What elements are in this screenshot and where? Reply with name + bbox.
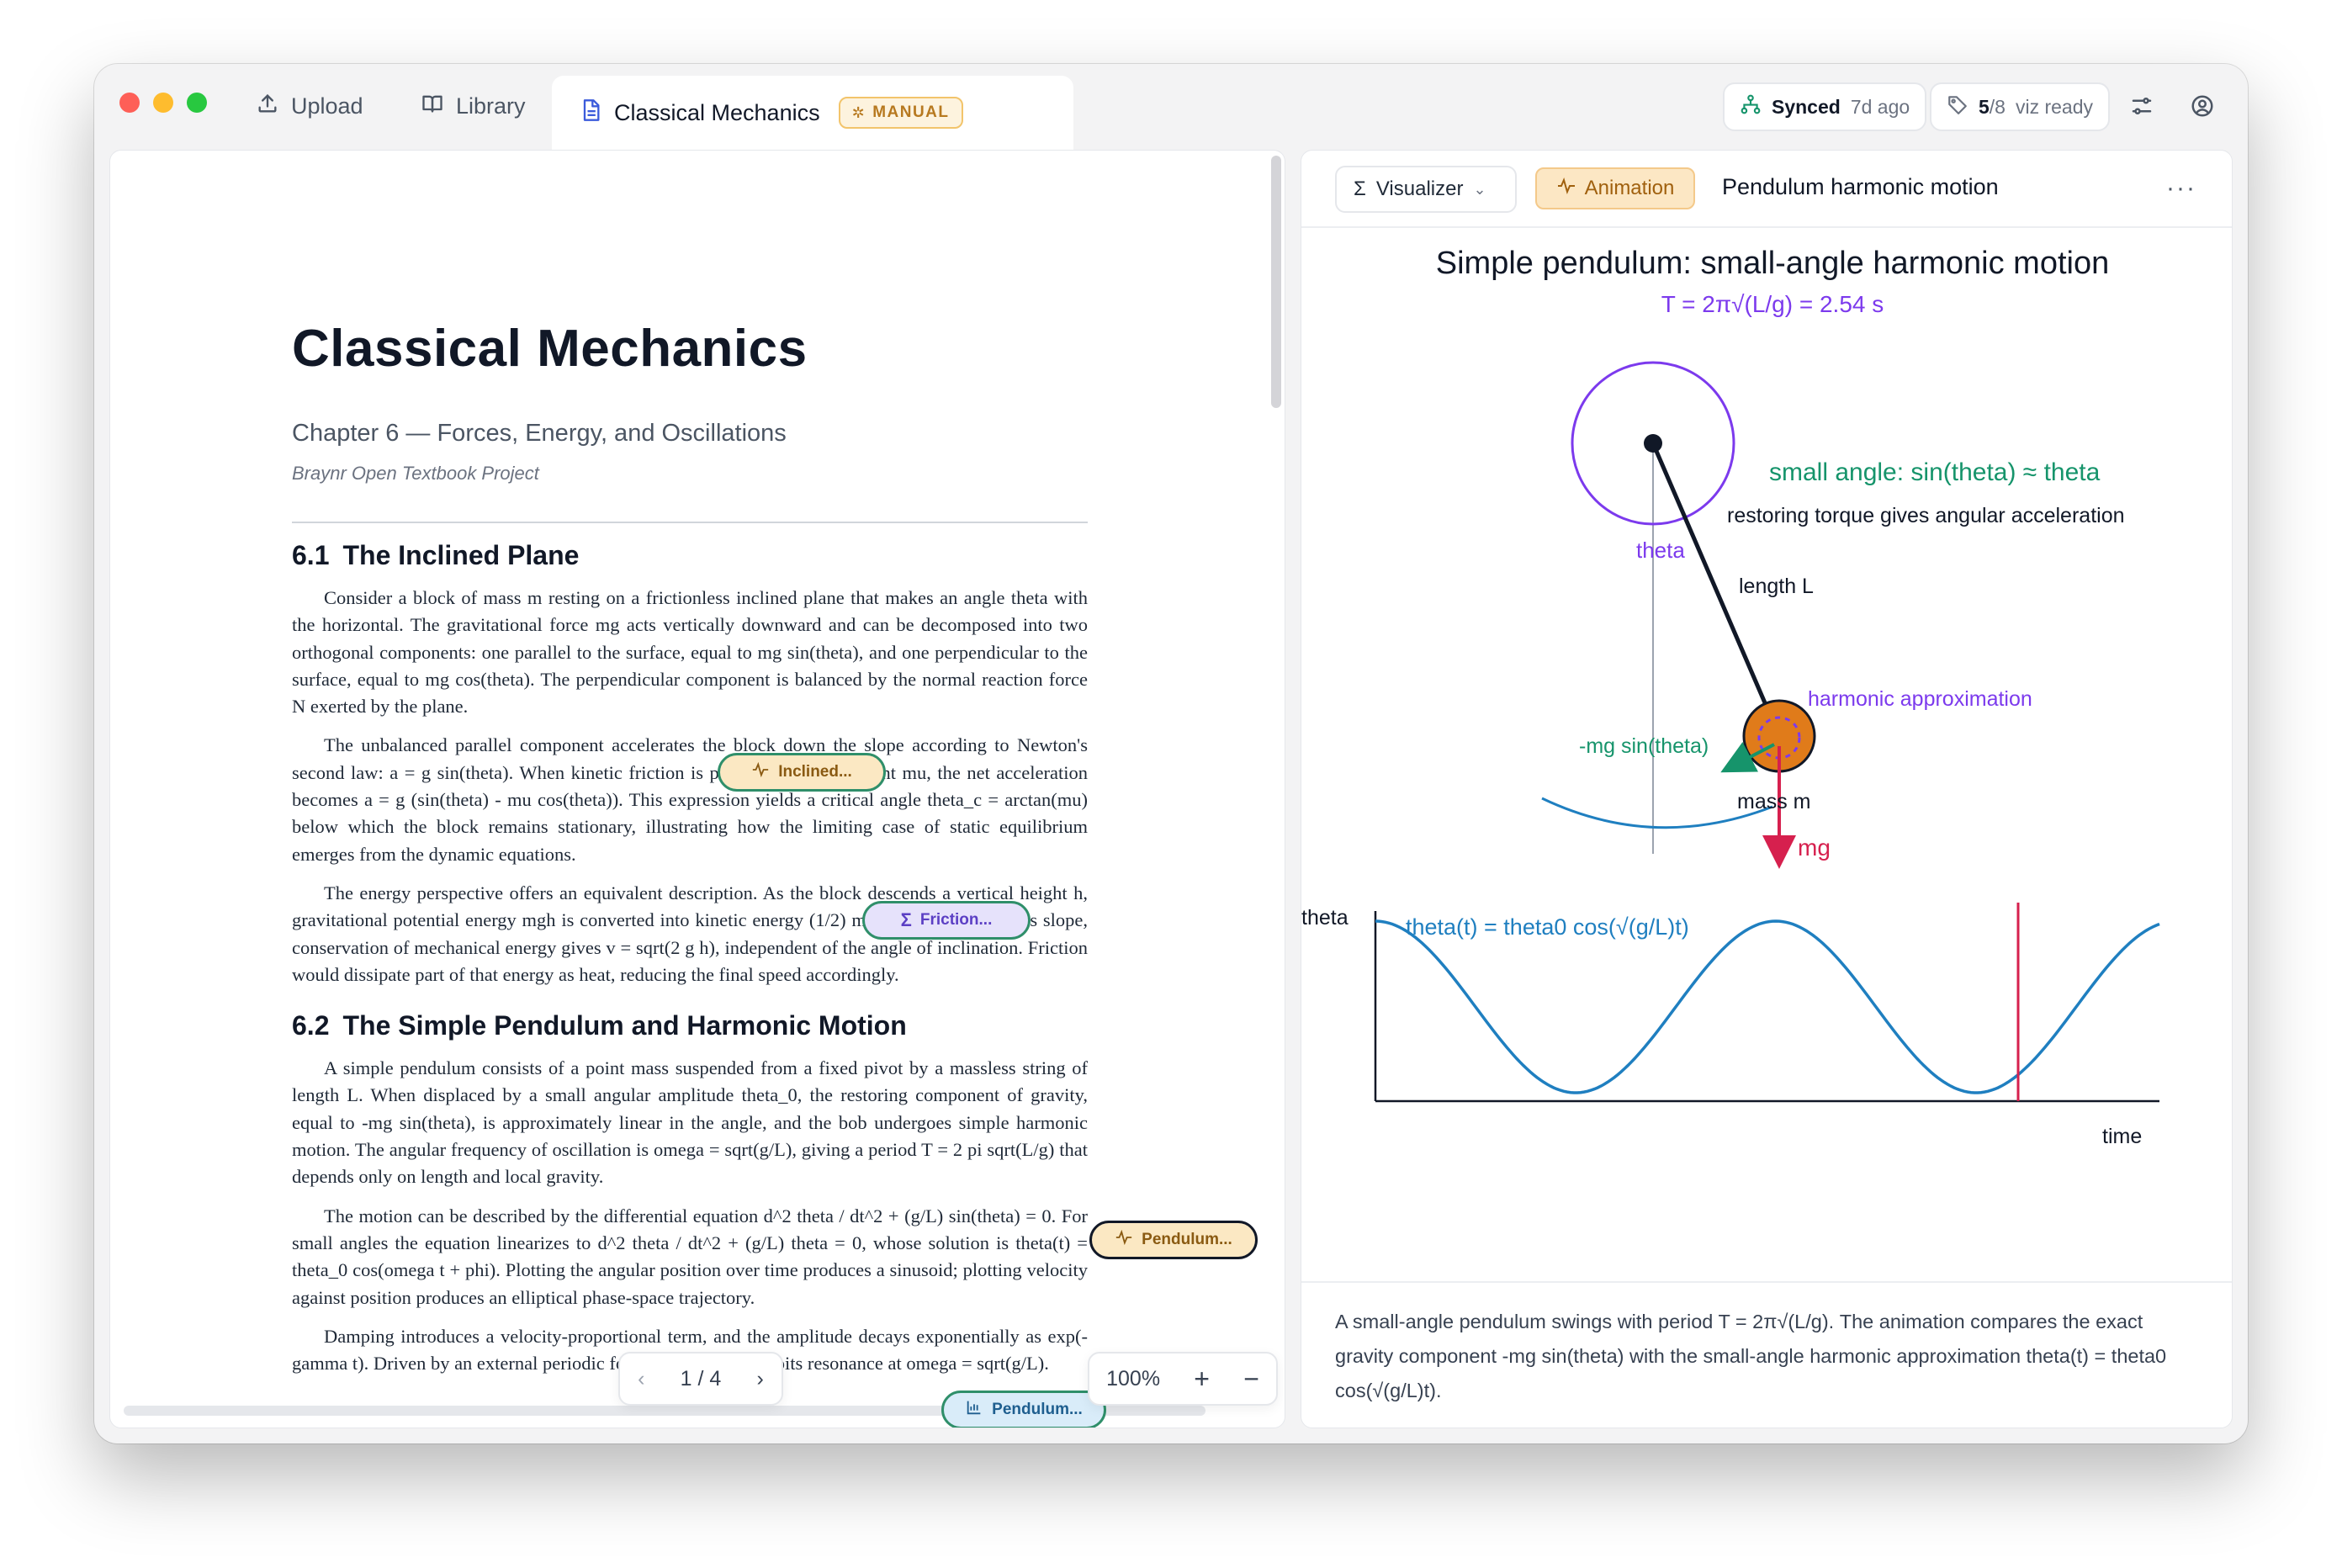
animation-label: Animation [1584, 177, 1675, 199]
maximize-window-button[interactable] [187, 93, 207, 113]
tab-upload-label: Upload [291, 93, 363, 119]
tab-upload[interactable]: Upload [237, 76, 382, 136]
sigma-icon: Σ [1354, 177, 1366, 200]
viz-chip-friction[interactable]: Σ Friction... [862, 901, 1031, 940]
viz-ready-fraction: 5/8 [1979, 96, 2006, 119]
chip-label: Pendulum... [1142, 1231, 1232, 1248]
chevron-down-icon: ⌄ [1473, 180, 1486, 198]
account-button[interactable] [2184, 89, 2221, 126]
close-window-button[interactable] [119, 93, 140, 113]
sync-status[interactable]: Synced 7d ago [1723, 82, 1927, 131]
viz-chip-pendulum-chart[interactable]: Pendulum... [941, 1391, 1106, 1428]
upload-icon [256, 92, 279, 121]
tab-library[interactable]: Library [402, 76, 544, 136]
section-heading-6-1: 6.1 The Inclined Plane [292, 540, 1088, 571]
section-number: 6.1 [292, 540, 330, 570]
visualizer-mode-label: Visualizer [1375, 177, 1464, 200]
small-angle-label: small angle: sin(theta) ≈ theta [1769, 458, 2101, 486]
bar-chart-icon [965, 1398, 983, 1422]
sliders-icon [2129, 93, 2154, 123]
theta-label: theta [1636, 538, 1685, 563]
animation-badge: Animation [1535, 167, 1695, 209]
theta-curve [1375, 919, 2160, 1094]
top-bar: Upload Library Classical Mechanics ✲ MAN… [94, 64, 2248, 150]
settings-sliders-button[interactable] [2123, 89, 2160, 126]
visualization-title: Pendulum harmonic motion [1722, 174, 1999, 199]
manual-badge: ✲ MANUAL [838, 97, 963, 129]
torque-label: restoring torque gives angular accelerat… [1727, 504, 2125, 527]
section-number: 6.2 [292, 1010, 330, 1041]
harmonic-label: harmonic approximation [1808, 687, 2032, 711]
viz-ready-label: viz ready [2015, 95, 2094, 118]
zoom-in-button[interactable]: + [1194, 1364, 1210, 1395]
section-heading-6-2: 6.2 The Simple Pendulum and Harmonic Mot… [292, 1010, 1088, 1041]
pulse-icon [1115, 1228, 1133, 1252]
page-indicator: 1 / 4 [680, 1366, 722, 1391]
mg-label: mg [1798, 834, 1831, 861]
viz-ready-total: /8 [1989, 95, 2006, 118]
document-subtitle: Chapter 6 — Forces, Energy, and Oscillat… [292, 420, 787, 447]
sync-tree-icon [1740, 93, 1762, 120]
paragraph: The unbalanced parallel component accele… [292, 734, 1088, 865]
period-formula: T = 2π√(L/g) = 2.54 s [1661, 291, 1884, 317]
document-project: Braynr Open Textbook Project [292, 463, 539, 484]
sparkle-icon: ✲ [851, 103, 866, 121]
minimize-window-button[interactable] [153, 93, 173, 113]
app-window: Upload Library Classical Mechanics ✲ MAN… [94, 64, 2248, 1444]
chevron-right-icon[interactable]: › [757, 1367, 764, 1391]
pulse-icon [751, 760, 770, 784]
zoom-out-button[interactable]: − [1243, 1364, 1259, 1395]
chip-label: Inclined... [778, 763, 852, 781]
tab-active-label: Classical Mechanics [614, 99, 820, 125]
more-options-icon[interactable]: ··· [2166, 174, 2196, 203]
chevron-left-icon[interactable]: ‹ [638, 1367, 644, 1391]
force-label: -mg sin(theta) [1579, 734, 1709, 758]
plot-x-label: time [2102, 1125, 2142, 1148]
chip-label: Pendulum... [992, 1401, 1083, 1418]
plot-equation: theta(t) = theta0 cos(√(g/L)t) [1406, 914, 1689, 940]
visualizer-header: Σ Visualizer ⌄ Animation Pendulum harmon… [1301, 151, 2232, 228]
viz-ready-status[interactable]: 5/8 viz ready [1930, 82, 2111, 131]
document-content: Classical Mechanics Chapter 6 — Forces, … [292, 319, 1088, 1377]
figure-title: Simple pendulum: small-angle harmonic mo… [1436, 246, 2110, 281]
zoom-level: 100% [1106, 1366, 1161, 1391]
sigma-icon: Σ [900, 909, 912, 930]
viz-chip-inclined[interactable]: Inclined... [718, 753, 886, 792]
tab-library-label: Library [456, 93, 526, 119]
viz-ready-count: 5 [1979, 95, 1990, 118]
paragraph: Consider a block of mass m resting on a … [292, 587, 1088, 718]
document-icon [579, 98, 602, 128]
document-panel: Classical Mechanics Chapter 6 — Forces, … [109, 150, 1285, 1428]
synced-time: 7d ago [1850, 95, 1910, 118]
viz-chip-pendulum-animation[interactable]: Pendulum... [1089, 1221, 1258, 1259]
paragraph: The motion can be described by the diffe… [292, 1205, 1088, 1308]
synced-label: Synced [1772, 95, 1841, 118]
tab-classical-mechanics[interactable]: Classical Mechanics ✲ MANUAL [552, 76, 1073, 150]
plot-y-label: theta [1301, 906, 1349, 930]
user-circle-icon [2190, 93, 2215, 123]
book-icon [421, 92, 444, 121]
page-navigator: ‹ 1 / 4 › [618, 1352, 783, 1406]
paragraph: A simple pendulum consists of a point ma… [292, 1057, 1088, 1188]
mass-label: mass m [1737, 790, 1811, 813]
pulse-icon [1556, 176, 1576, 202]
visualizer-mode-select[interactable]: Σ Visualizer ⌄ [1335, 166, 1517, 213]
visualizer-panel: Σ Visualizer ⌄ Animation Pendulum harmon… [1301, 150, 2233, 1428]
pendulum-animation-canvas: Simple pendulum: small-angle harmonic mo… [1301, 246, 2160, 1148]
length-label: length L [1739, 575, 1814, 598]
chip-label: Friction... [919, 911, 993, 929]
section-title: The Simple Pendulum and Harmonic Motion [342, 1010, 907, 1041]
tag-icon [1947, 93, 1968, 120]
document-title: Classical Mechanics [292, 320, 808, 378]
vertical-scrollbar[interactable] [1271, 156, 1281, 408]
pivot [1644, 434, 1662, 453]
section-title: The Inclined Plane [342, 540, 580, 570]
zoom-control: 100% + − [1088, 1352, 1278, 1406]
manual-badge-label: MANUAL [872, 103, 950, 121]
visualization-caption: A small-angle pendulum swings with perio… [1301, 1281, 2232, 1428]
divider [292, 522, 1088, 523]
